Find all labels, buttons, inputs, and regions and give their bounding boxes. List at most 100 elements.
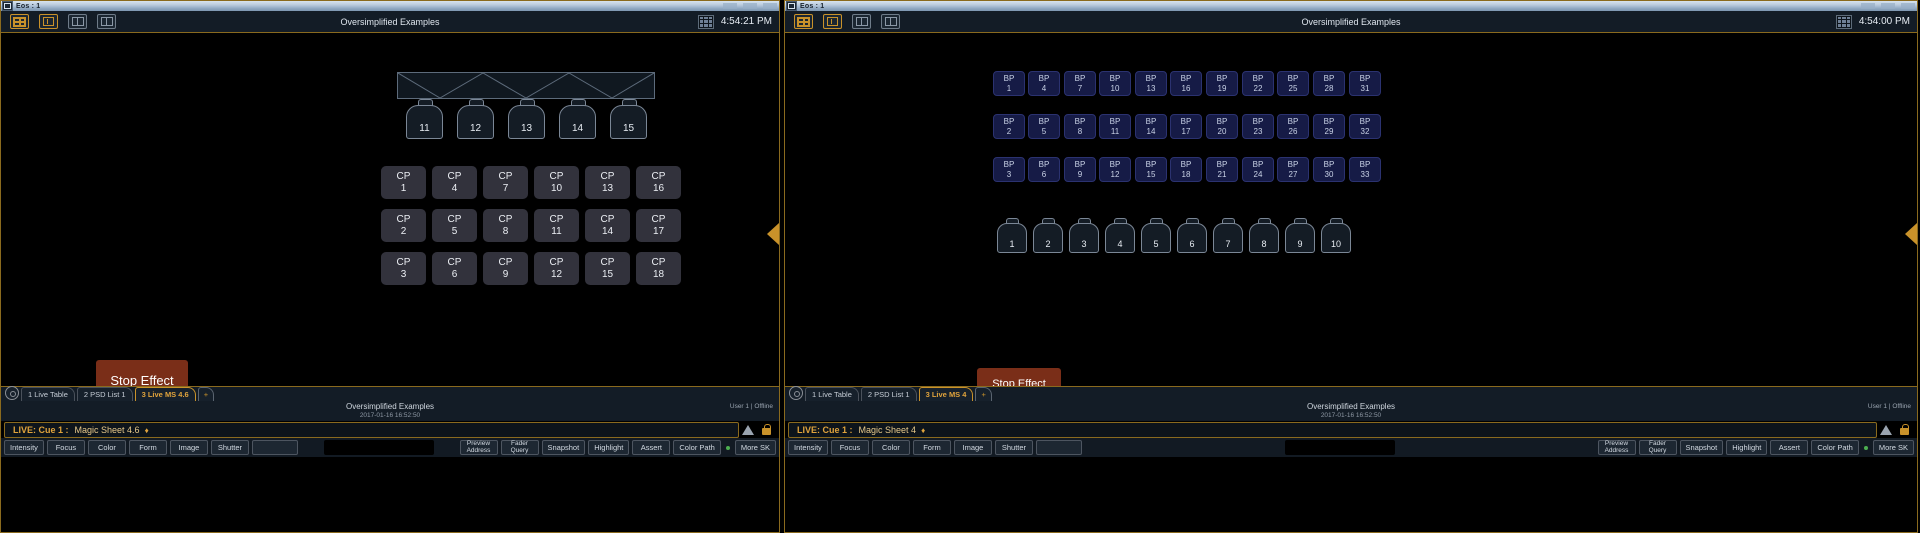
fixture-shape[interactable]: 1	[997, 218, 1027, 253]
fixture-shape[interactable]: 9	[1285, 218, 1315, 253]
fixture-shape[interactable]: 3	[1069, 218, 1099, 253]
grid-view-icon[interactable]	[1835, 14, 1852, 29]
beam-palette-button[interactable]: BP 11	[1099, 114, 1131, 139]
layout-single-button[interactable]	[39, 14, 58, 29]
tab-psd-list[interactable]: 2 PSD List 1	[76, 387, 133, 401]
color-palette-button[interactable]: CP 9	[483, 252, 528, 285]
beam-palette-button[interactable]: BP 22	[1242, 71, 1274, 96]
softkey-shutter[interactable]: Shutter	[994, 440, 1033, 455]
beam-palette-button[interactable]: BP 19	[1206, 71, 1238, 96]
grid-view-icon[interactable]	[697, 14, 714, 29]
softkey-preview-address[interactable]: Preview Address	[1597, 440, 1636, 455]
beam-palette-button[interactable]: BP 12	[1099, 157, 1131, 182]
beam-palette-button[interactable]: BP 16	[1170, 71, 1202, 96]
tab-live-ms[interactable]: 3 Live MS 4	[918, 387, 974, 401]
softkey-image[interactable]: Image	[169, 440, 208, 455]
triangle-icon[interactable]	[1880, 424, 1892, 435]
color-palette-button[interactable]: CP 6	[432, 252, 477, 285]
beam-palette-button[interactable]: BP 10	[1099, 71, 1131, 96]
beam-palette-button[interactable]: BP 14	[1135, 114, 1167, 139]
softkey-blank[interactable]	[1035, 440, 1082, 455]
stop-effect-button[interactable]: Stop Effect	[977, 368, 1061, 386]
beam-palette-button[interactable]: BP 32	[1349, 114, 1381, 139]
softkey-color-path[interactable]: Color Path	[673, 440, 721, 455]
triangle-icon[interactable]	[742, 424, 754, 435]
beam-palette-button[interactable]: BP 20	[1206, 114, 1238, 139]
magic-sheet-canvas-right[interactable]: BP 1 BP 4 BP 7 BP 10 BP 13 BP 16 BP 19 B…	[785, 33, 1917, 386]
softkey-snapshot[interactable]: Snapshot	[1679, 440, 1724, 455]
beam-palette-button[interactable]: BP 13	[1135, 71, 1167, 96]
fixture-shape[interactable]: 15	[610, 99, 647, 139]
softkey-form[interactable]: Form	[128, 440, 167, 455]
beam-palette-button[interactable]: BP 3	[993, 157, 1025, 182]
softkey-intensity[interactable]: Intensity	[4, 440, 44, 455]
beam-palette-button[interactable]: BP 4	[1028, 71, 1060, 96]
live-cue-bar[interactable]: LIVE: Cue 1 : Magic Sheet 4 ♦	[788, 422, 1877, 438]
beam-palette-button[interactable]: BP 7	[1064, 71, 1096, 96]
beam-palette-button[interactable]: BP 24	[1242, 157, 1274, 182]
beam-palette-button[interactable]: BP 17	[1170, 114, 1202, 139]
lock-icon[interactable]	[1900, 424, 1909, 435]
beam-palette-button[interactable]: BP 25	[1277, 71, 1309, 96]
layout-two-button[interactable]	[68, 14, 87, 29]
fixture-shape[interactable]: 10	[1321, 218, 1351, 253]
color-palette-button[interactable]: CP 16	[636, 166, 681, 199]
softkey-focus[interactable]: Focus	[830, 440, 869, 455]
magic-sheet-canvas-left[interactable]: 11 12 13 14 15 CP 1 CP 4 CP 7 CP 10 CP 1…	[1, 33, 779, 386]
color-palette-button[interactable]: CP 1	[381, 166, 426, 199]
layout-quad-button[interactable]	[10, 14, 29, 29]
tab-live-table[interactable]: 1 Live Table	[805, 387, 859, 401]
beam-palette-button[interactable]: BP 33	[1349, 157, 1381, 182]
panel-collapse-arrow[interactable]	[767, 223, 779, 245]
softkey-form[interactable]: Form	[912, 440, 951, 455]
softkey-fader-query[interactable]: Fader Query	[500, 440, 539, 455]
layout-two-button[interactable]	[852, 14, 871, 29]
panel-collapse-arrow[interactable]	[1905, 223, 1917, 245]
beam-palette-button[interactable]: BP 30	[1313, 157, 1345, 182]
color-palette-button[interactable]: CP 8	[483, 209, 528, 242]
command-line-display[interactable]	[323, 440, 434, 455]
layout-quad-button[interactable]	[794, 14, 813, 29]
softkey-snapshot[interactable]: Snapshot	[541, 440, 586, 455]
tab-live-table[interactable]: 1 Live Table	[21, 387, 75, 401]
beam-palette-button[interactable]: BP 23	[1242, 114, 1274, 139]
color-palette-button[interactable]: CP 11	[534, 209, 579, 242]
stop-effect-button[interactable]: Stop Effect	[96, 360, 188, 386]
fixture-shape[interactable]: 11	[406, 99, 443, 139]
softkey-preview-address[interactable]: Preview Address	[459, 440, 498, 455]
color-palette-button[interactable]: CP 7	[483, 166, 528, 199]
fixture-shape[interactable]: 8	[1249, 218, 1279, 253]
softkey-more-sk[interactable]: More SK	[734, 440, 777, 455]
softkey-highlight[interactable]: Highlight	[1726, 440, 1768, 455]
softkey-assert[interactable]: Assert	[632, 440, 671, 455]
beam-palette-button[interactable]: BP 28	[1313, 71, 1345, 96]
beam-palette-button[interactable]: BP 8	[1064, 114, 1096, 139]
fixture-shape[interactable]: 13	[508, 99, 545, 139]
softkey-more-sk[interactable]: More SK	[1872, 440, 1915, 455]
lock-icon[interactable]	[762, 424, 771, 435]
fixture-shape[interactable]: 7	[1213, 218, 1243, 253]
beam-palette-button[interactable]: BP 18	[1170, 157, 1202, 182]
softkey-image[interactable]: Image	[953, 440, 992, 455]
softkey-shutter[interactable]: Shutter	[210, 440, 249, 455]
tab-psd-list[interactable]: 2 PSD List 1	[860, 387, 917, 401]
tab-add-button[interactable]: +	[975, 387, 992, 401]
beam-palette-button[interactable]: BP 21	[1206, 157, 1238, 182]
command-line-display[interactable]	[1284, 440, 1395, 455]
softkey-intensity[interactable]: Intensity	[788, 440, 828, 455]
softkey-highlight[interactable]: Highlight	[588, 440, 630, 455]
softkey-assert[interactable]: Assert	[1770, 440, 1809, 455]
fixture-shape[interactable]: 4	[1105, 218, 1135, 253]
color-palette-button[interactable]: CP 4	[432, 166, 477, 199]
beam-palette-button[interactable]: BP 2	[993, 114, 1025, 139]
softkey-color[interactable]: Color	[87, 440, 126, 455]
beam-palette-button[interactable]: BP 9	[1064, 157, 1096, 182]
beam-palette-button[interactable]: BP 1	[993, 71, 1025, 96]
layout-two-alt-button[interactable]	[97, 14, 116, 29]
color-palette-button[interactable]: CP 5	[432, 209, 477, 242]
layout-single-button[interactable]	[823, 14, 842, 29]
color-palette-button[interactable]: CP 3	[381, 252, 426, 285]
color-palette-button[interactable]: CP 10	[534, 166, 579, 199]
beam-palette-button[interactable]: BP 27	[1277, 157, 1309, 182]
softkey-blank[interactable]	[251, 440, 298, 455]
